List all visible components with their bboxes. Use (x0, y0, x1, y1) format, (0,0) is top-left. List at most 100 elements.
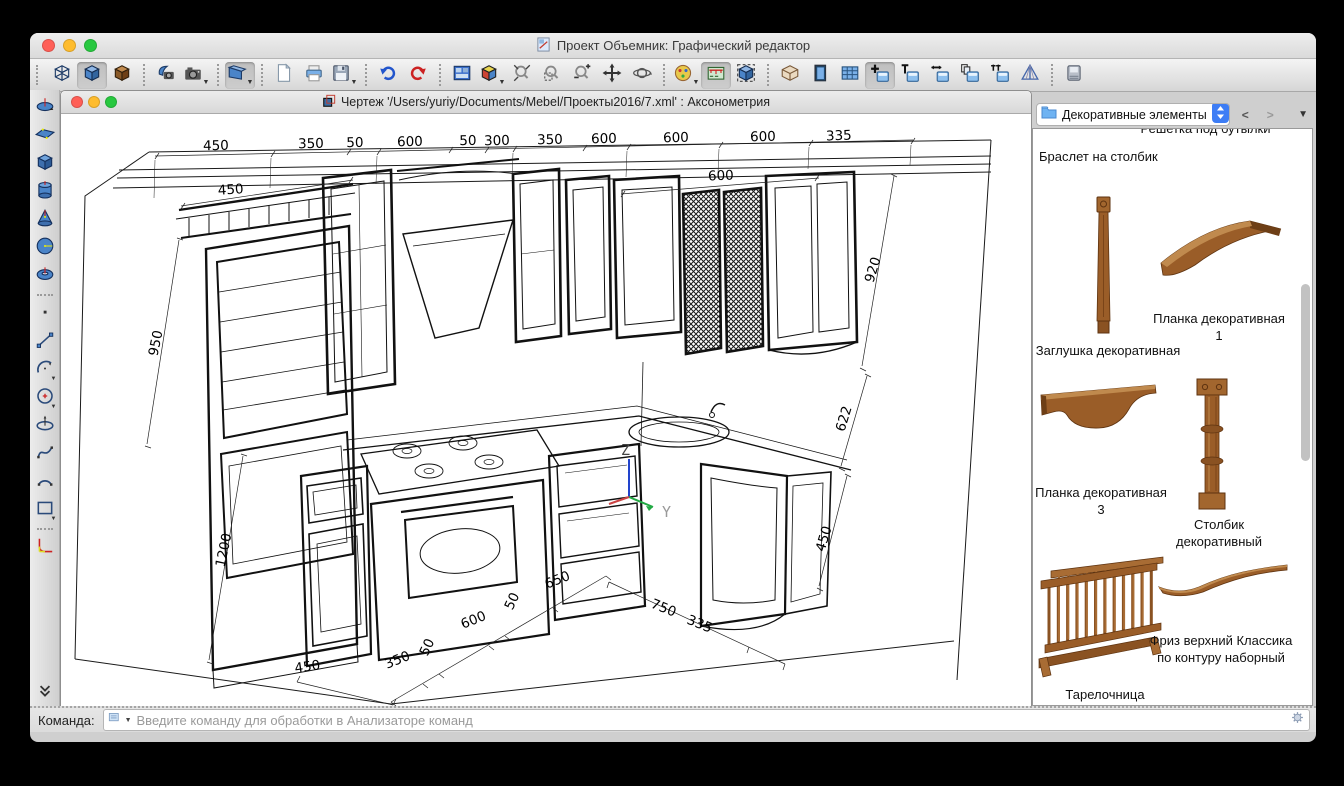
toolbar-zoom-window-button[interactable] (537, 62, 567, 89)
zoom-button[interactable] (84, 39, 97, 52)
library-item-thumb-plank3[interactable] (1037, 381, 1163, 450)
close-button[interactable] (71, 96, 83, 108)
minimize-button[interactable] (88, 96, 100, 108)
dropdown-caret-icon[interactable]: ▼ (51, 516, 57, 522)
toolbar-redo-button[interactable] (403, 62, 433, 89)
tool-cone-tool-button[interactable] (32, 206, 58, 234)
dimension-label: 600 (459, 608, 489, 632)
select-object-icon (736, 63, 756, 88)
toolbar-box-height-button[interactable] (895, 62, 925, 89)
dropdown-caret-icon[interactable]: ▼ (693, 79, 700, 89)
toolbar-select-object-button[interactable] (731, 62, 761, 89)
toolbar-colored-cube-button[interactable]: ▼ (477, 62, 507, 89)
dimension-label: 750 (649, 596, 679, 620)
library-item-label[interactable]: Заглушка декоративная (1033, 343, 1183, 360)
tool-line-tool-button[interactable] (32, 328, 58, 356)
pan-icon (602, 63, 622, 88)
toolbar-camera-button[interactable]: ▼ (181, 62, 211, 89)
zoom-button[interactable] (105, 96, 117, 108)
toolbar-add-box-button[interactable] (865, 62, 895, 89)
tool-rectangle-tool-button[interactable]: ▼ (32, 496, 58, 524)
command-settings-icon[interactable] (1290, 710, 1305, 730)
next-category-button[interactable]: > (1261, 108, 1280, 122)
selector-stepper-icon[interactable] (1212, 103, 1229, 126)
toolbar-drag-handle[interactable] (36, 65, 42, 85)
toolbar-wireframe-cube-button[interactable] (47, 62, 77, 89)
tool-point-tool-button[interactable] (32, 300, 58, 328)
library-item-thumb-column[interactable] (1183, 377, 1241, 516)
close-button[interactable] (42, 39, 55, 52)
library-item-label[interactable]: Решетка под бутылки (1123, 128, 1288, 138)
library-item-thumb-plank1[interactable] (1155, 201, 1287, 308)
library-item-label[interactable]: Планка декоративная 3 (1033, 485, 1169, 519)
tool-arc3-tool-button[interactable] (32, 468, 58, 496)
panel-scrollbar-thumb[interactable] (1301, 284, 1310, 461)
dropdown-caret-icon[interactable]: ▼ (51, 376, 57, 382)
dropdown-caret-icon[interactable]: ▼ (499, 79, 506, 89)
toolbar-database-button[interactable] (1059, 62, 1089, 89)
toolbar-wireframe-pyramid-button[interactable] (1015, 62, 1045, 89)
prev-category-button[interactable]: < (1236, 108, 1255, 122)
library-item-thumb-frieze[interactable] (1155, 553, 1291, 608)
category-selector[interactable]: Декоративные элементы (1036, 103, 1230, 126)
main-toolbar: ▼ ▼ ▼ ▼ ▼ (30, 59, 1316, 92)
tool-torus-tool-button[interactable] (32, 262, 58, 290)
library-item-label[interactable]: Браслет на столбик (1039, 149, 1249, 166)
dropdown-caret-icon[interactable]: ▼ (51, 404, 57, 410)
dimension-label: 300 (484, 133, 510, 149)
arc3-tool-icon (35, 470, 55, 495)
tool-ellipse-tool-button[interactable] (32, 412, 58, 440)
toolbar-new-document-button[interactable] (269, 62, 299, 89)
command-history-icon[interactable] (108, 711, 122, 729)
minimize-button[interactable] (63, 39, 76, 52)
library-item-label[interactable]: Тарелочница (1045, 687, 1165, 704)
library-item-label[interactable]: Планка декоративная 1 (1149, 311, 1289, 345)
dimension-label: 450 (294, 657, 322, 676)
tool-fillet-tool-button[interactable] (32, 534, 58, 562)
toolbar-door-button[interactable] (805, 62, 835, 89)
toolbar-windows-layout-button[interactable] (447, 62, 477, 89)
tool-plane-tool-button[interactable] (32, 122, 58, 150)
toolbar-render-camera-button[interactable] (151, 62, 181, 89)
toolbar-textured-cube-button[interactable] (107, 62, 137, 89)
library-item-thumb-post[interactable] (1073, 195, 1133, 342)
toolbar-orbit-button[interactable] (627, 62, 657, 89)
toolbar-undo-button[interactable] (373, 62, 403, 89)
room-icon (780, 63, 800, 88)
toolbar-room-button[interactable] (775, 62, 805, 89)
toolbar-pan-button[interactable] (597, 62, 627, 89)
tool-sphere-tool-button[interactable] (32, 234, 58, 262)
toolbar-box-width-button[interactable] (925, 62, 955, 89)
command-input[interactable] (135, 712, 1287, 729)
toolbar-solid-cube-button[interactable] (77, 62, 107, 89)
tool-arc-tool-button[interactable]: ▼ (32, 356, 58, 384)
toolbar-zoom-plusminus-button[interactable] (567, 62, 597, 89)
toolbar-save-button[interactable]: ▼ (329, 62, 359, 89)
box-height-icon (900, 63, 920, 88)
library-item-label[interactable]: Фриз верхний Классика по контуру наборны… (1147, 633, 1295, 667)
toolbar-dimensions-button[interactable] (701, 62, 731, 89)
dropdown-caret-icon[interactable]: ▼ (203, 79, 210, 89)
panel-menu-caret-icon[interactable]: ▼ (1298, 109, 1310, 120)
toolbar-paint-button[interactable]: ▼ (671, 62, 701, 89)
drawing-canvas[interactable]: 4503505060050300350600600600335450600950… (61, 114, 1031, 706)
toolbar-prism-view-button[interactable]: ▼ (225, 62, 255, 89)
toolbar-print-button[interactable] (299, 62, 329, 89)
tool-disc-tool-button[interactable] (32, 94, 58, 122)
toolbar-zoom-extents-button[interactable] (507, 62, 537, 89)
dropdown-caret-icon[interactable]: ▼ (247, 79, 254, 89)
toolbar-box-copy-button[interactable] (955, 62, 985, 89)
tool-more-tools-button[interactable] (32, 678, 58, 706)
tool-circle-tool-button[interactable]: ▼ (32, 384, 58, 412)
dropdown-caret-icon[interactable]: ▼ (351, 79, 358, 89)
tool-box-tool-button[interactable] (32, 150, 58, 178)
library-item-thumb-plate-rack[interactable] (1037, 553, 1169, 690)
toolbar-table-button[interactable] (835, 62, 865, 89)
drawing-window-titlebar[interactable]: Чертеж '/Users/yuriy/Documents/Mebel/Про… (61, 91, 1031, 114)
library-item-label[interactable]: Столбик декоративный (1151, 517, 1287, 551)
tool-spline-tool-button[interactable] (32, 440, 58, 468)
tool-cylinder-tool-button[interactable] (32, 178, 58, 206)
toolbar-separator (37, 294, 53, 296)
toolbar-box-multi-button[interactable] (985, 62, 1015, 89)
command-dropdown-caret-icon[interactable]: ▼ (125, 717, 132, 724)
